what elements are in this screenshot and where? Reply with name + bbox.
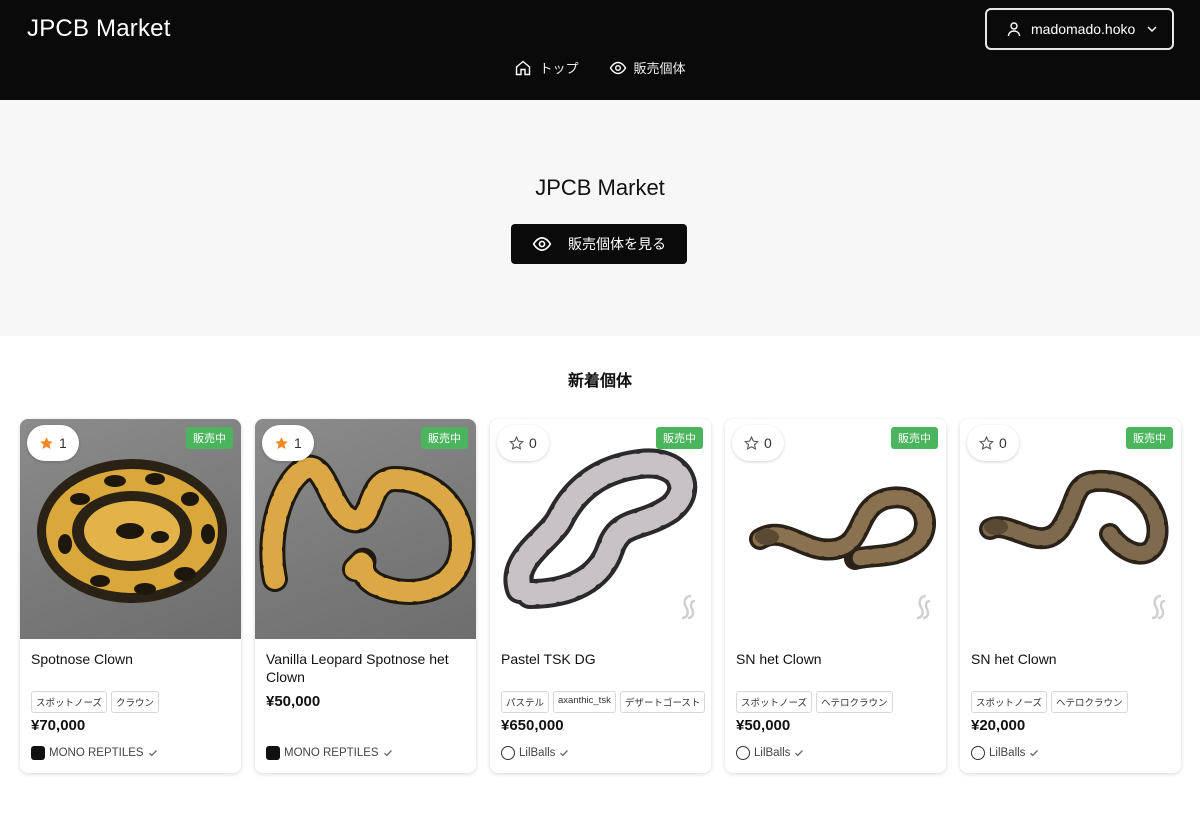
tag[interactable]: axanthic_tsk [553, 691, 616, 713]
listing-grid: 1 販売中 Spotnose Clown スポットノーズ クラウン ¥70,00… [20, 419, 1181, 773]
tag-list: パステル axanthic_tsk デザートゴースト [501, 691, 706, 713]
listing-card[interactable]: 0 販売中 SN het Clown スポットノーズ ヘテロクラウン ¥20,0… [960, 419, 1181, 773]
listing-price: ¥50,000 [266, 693, 321, 710]
listing-card[interactable]: 0 販売中 Pastel TSK DG パステル axanthic_tsk デザ… [490, 419, 711, 773]
verified-check-icon [1030, 750, 1039, 757]
favorite-button[interactable]: 1 [27, 425, 79, 461]
star-outline-icon [509, 435, 524, 450]
tag-list: スポットノーズ クラウン [31, 691, 160, 713]
listing-price: ¥650,000 [501, 717, 564, 734]
listing-title: Pastel TSK DG [501, 651, 596, 667]
star-outline-icon [979, 435, 994, 450]
listing-title: Vanilla Leopard Spotnose het Clown [266, 651, 449, 685]
seller-name: LilBalls [754, 747, 791, 759]
favorite-button[interactable]: 0 [732, 425, 784, 461]
favorite-count: 1 [59, 435, 67, 451]
seller-avatar [31, 746, 45, 760]
seller-name: MONO REPTILES [49, 747, 144, 759]
status-badge: 販売中 [421, 427, 468, 449]
seller-avatar [736, 746, 750, 760]
verified-check-icon [560, 750, 569, 757]
nav-item-listings[interactable]: 販売個体 [609, 58, 686, 77]
seller-link[interactable]: MONO REPTILES [31, 746, 158, 760]
tag[interactable]: スポットノーズ [736, 691, 813, 713]
favorite-button[interactable]: 0 [967, 425, 1019, 461]
tag[interactable]: クラウン [111, 691, 160, 713]
tag[interactable]: パステル [501, 691, 550, 713]
listing-photo[interactable]: 0 販売中 [960, 419, 1181, 639]
listing-photo[interactable]: 1 販売中 [255, 419, 476, 639]
status-badge: 販売中 [1126, 427, 1173, 449]
favorite-count: 0 [764, 435, 772, 451]
chevron-down-icon [1147, 26, 1157, 33]
verified-check-icon [795, 750, 804, 757]
lilballs-watermark-icon [681, 594, 696, 620]
star-icon [40, 436, 53, 449]
verified-check-icon [148, 750, 157, 757]
listing-title: Spotnose Clown [31, 651, 133, 667]
favorite-count: 1 [294, 435, 302, 451]
user-menu-button[interactable]: madomado.hoko [985, 8, 1174, 50]
tag[interactable]: ヘテロクラウン [816, 691, 893, 713]
status-badge: 販売中 [656, 427, 703, 449]
seller-name: LilBalls [519, 747, 556, 759]
listing-price: ¥50,000 [736, 717, 791, 734]
seller-link[interactable]: LilBalls [501, 746, 569, 760]
top-header: JPCB Market madomado.hoko トップ 販売個体 [0, 0, 1200, 100]
status-badge: 販売中 [891, 427, 938, 449]
hero-title: JPCB Market [535, 175, 665, 200]
view-listings-label: 販売個体を見る [568, 236, 666, 252]
nav-item-label: 販売個体 [633, 61, 686, 76]
listing-title: SN het Clown [736, 651, 822, 667]
tag-list: スポットノーズ ヘテロクラウン [736, 691, 893, 713]
listing-card[interactable]: 0 販売中 SN het Clown スポットノーズ ヘテロクラウン ¥50,0… [725, 419, 946, 773]
brand-logo[interactable]: JPCB Market [27, 15, 171, 43]
seller-link[interactable]: LilBalls [736, 746, 804, 760]
star-outline-icon [744, 435, 759, 450]
lilballs-watermark-icon [916, 594, 931, 620]
seller-link[interactable]: MONO REPTILES [266, 746, 393, 760]
favorite-button[interactable]: 1 [262, 425, 314, 461]
favorite-count: 0 [999, 435, 1007, 451]
tag[interactable]: デザートゴースト [619, 691, 706, 713]
listing-card[interactable]: 1 販売中 Vanilla Leopard Spotnose het Clown… [255, 419, 476, 773]
seller-avatar [501, 746, 515, 760]
tag-list: スポットノーズ ヘテロクラウン [971, 691, 1128, 713]
main-nav: トップ 販売個体 [0, 58, 1200, 77]
seller-name: MONO REPTILES [284, 747, 379, 759]
user-icon [1007, 22, 1021, 37]
listing-price: ¥20,000 [971, 717, 1026, 734]
seller-name: LilBalls [989, 747, 1026, 759]
listing-title: SN het Clown [971, 651, 1057, 667]
listing-photo[interactable]: 1 販売中 [20, 419, 241, 639]
eye-icon [609, 61, 626, 74]
listing-photo[interactable]: 0 販売中 [490, 419, 711, 639]
nav-item-top[interactable]: トップ [514, 58, 579, 77]
hero-section: JPCB Market 販売個体を見る [0, 100, 1200, 336]
seller-link[interactable]: LilBalls [971, 746, 1039, 760]
star-icon [275, 436, 288, 449]
seller-avatar [971, 746, 985, 760]
listing-photo[interactable]: 0 販売中 [725, 419, 946, 639]
lilballs-watermark-icon [1151, 594, 1166, 620]
tag[interactable]: ヘテロクラウン [1051, 691, 1128, 713]
favorite-count: 0 [529, 435, 537, 451]
tag[interactable]: スポットノーズ [31, 691, 108, 713]
username: madomado.hoko [1031, 21, 1136, 37]
section-title: 新着個体 [567, 373, 632, 390]
favorite-button[interactable]: 0 [497, 425, 549, 461]
seller-avatar [266, 746, 280, 760]
listing-price: ¥70,000 [31, 717, 86, 734]
status-badge: 販売中 [186, 427, 233, 449]
eye-icon [532, 237, 552, 251]
listing-card[interactable]: 1 販売中 Spotnose Clown スポットノーズ クラウン ¥70,00… [20, 419, 241, 773]
view-listings-button[interactable]: 販売個体を見る [511, 224, 687, 264]
tag[interactable]: スポットノーズ [971, 691, 1048, 713]
home-icon [516, 60, 531, 75]
nav-item-label: トップ [539, 61, 579, 76]
verified-check-icon [383, 750, 392, 757]
